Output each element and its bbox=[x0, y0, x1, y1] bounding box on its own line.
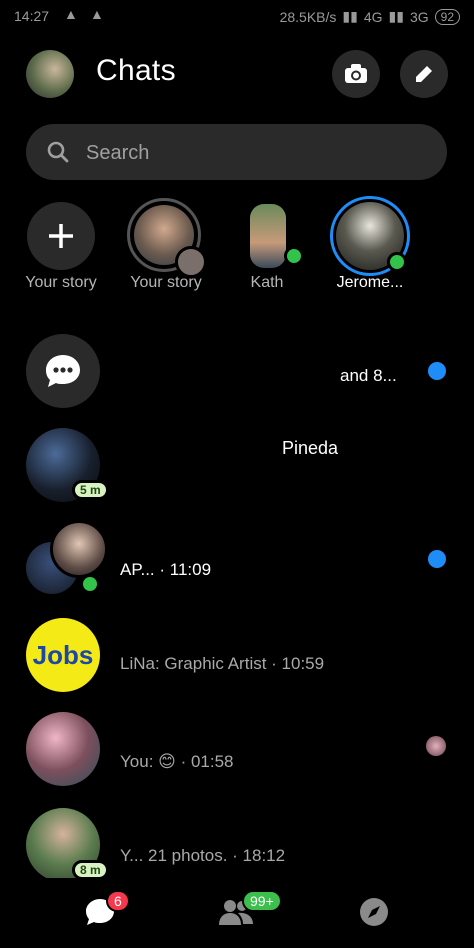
network-4g: 4G bbox=[363, 8, 383, 25]
chat-preview: You: 😊 · 01:58 bbox=[120, 752, 234, 771]
contact-avatar bbox=[26, 712, 100, 786]
status-time: 14:27 bbox=[14, 8, 50, 24]
stories-row: Your story Your story Kath Jerome... K bbox=[0, 196, 474, 306]
camera-button[interactable] bbox=[332, 50, 380, 98]
online-indicator bbox=[387, 252, 407, 272]
active-time-badge: 8 m bbox=[72, 860, 109, 880]
story-label: Your story bbox=[130, 274, 202, 291]
online-indicator bbox=[80, 574, 100, 594]
new-message-button[interactable] bbox=[400, 50, 448, 98]
profile-avatar[interactable] bbox=[26, 50, 74, 98]
status-bar: 14:27 ▲ ▲ 28.5KB/s ▮▮ 4G ▮▮ 3G 92 bbox=[0, 0, 474, 34]
story-label: Kath bbox=[250, 274, 284, 291]
chat-row[interactable]: 5 m Pineda bbox=[0, 424, 474, 518]
unread-indicator bbox=[428, 362, 446, 380]
group-avatar-front bbox=[50, 520, 108, 578]
search-icon bbox=[47, 141, 69, 163]
plus-icon bbox=[49, 224, 73, 248]
chat-bubble-icon bbox=[46, 355, 80, 387]
story-label: Your story bbox=[25, 274, 97, 291]
network-3g: 3G bbox=[409, 8, 429, 25]
chat-preview: AP... · 11:09 bbox=[120, 560, 212, 579]
read-receipt-avatar bbox=[426, 736, 446, 756]
warning-icon: ▲ bbox=[90, 6, 104, 22]
compass-icon bbox=[360, 898, 388, 926]
signal-icon: ▮▮ bbox=[342, 8, 358, 24]
chat-row[interactable]: and 8... bbox=[0, 330, 474, 424]
story-thumbnail bbox=[250, 204, 286, 268]
chat-row[interactable]: You: 😊 · 01:58 bbox=[0, 708, 474, 802]
online-indicator bbox=[284, 246, 304, 266]
status-right: 28.5KB/s ▮▮ 4G ▮▮ 3G 92 bbox=[280, 8, 460, 25]
signal-icon: ▮▮ bbox=[388, 8, 404, 24]
avatar-logo-text: Jobs bbox=[32, 639, 94, 670]
bottom-nav: 6 99+ bbox=[0, 878, 474, 948]
tab-discover[interactable] bbox=[354, 892, 394, 932]
search-bar[interactable] bbox=[26, 124, 447, 180]
chat-name: Pineda bbox=[282, 438, 339, 458]
unread-count-badge: 6 bbox=[106, 890, 130, 912]
pencil-icon bbox=[416, 66, 432, 82]
battery-indicator: 92 bbox=[434, 8, 460, 25]
header: Chats bbox=[0, 46, 474, 102]
chat-row[interactable]: AP... · 11:09 bbox=[0, 520, 474, 614]
chat-preview: LiNa: Graphic Artist · 10:59 bbox=[120, 654, 325, 673]
network-speed: 28.5KB/s bbox=[279, 8, 337, 25]
group-chat-avatar bbox=[26, 334, 100, 408]
active-time-badge: 5 m bbox=[72, 480, 109, 500]
camera-icon bbox=[345, 64, 367, 83]
unread-indicator bbox=[428, 550, 446, 568]
add-story-button[interactable] bbox=[27, 202, 95, 270]
story-label: Jerome... bbox=[336, 274, 404, 291]
page-title: Chats bbox=[96, 54, 176, 87]
search-input[interactable] bbox=[84, 134, 428, 172]
page-avatar: Jobs bbox=[26, 618, 100, 692]
chat-preview: Y... 21 photos. · 18:12 bbox=[120, 846, 286, 865]
chat-preview: and 8... bbox=[340, 366, 397, 385]
warning-icon: ▲ bbox=[64, 6, 78, 22]
people-count-badge: 99+ bbox=[242, 890, 282, 912]
chat-row[interactable]: Jobs LiNa: Graphic Artist · 10:59 bbox=[0, 614, 474, 708]
